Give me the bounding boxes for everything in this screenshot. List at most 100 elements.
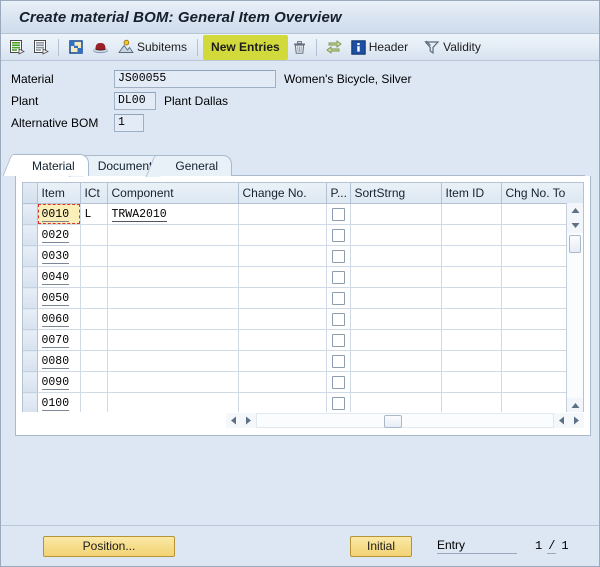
- checkbox-icon[interactable]: [331, 229, 345, 243]
- cell-component[interactable]: [107, 245, 239, 267]
- validity-button[interactable]: Validity: [419, 35, 486, 60]
- cell-item[interactable]: 0070: [37, 329, 81, 351]
- row-selector[interactable]: [23, 329, 38, 351]
- cell-item[interactable]: 0010: [37, 203, 81, 225]
- cell-item-id[interactable]: [441, 329, 502, 351]
- cell-item-id[interactable]: [441, 245, 502, 267]
- cell-item[interactable]: 0050: [37, 287, 81, 309]
- grid-vertical-scrollbar[interactable]: [566, 203, 583, 428]
- column-header-p[interactable]: P...: [326, 183, 351, 204]
- table-row[interactable]: 0010 L TRWA2010: [23, 203, 583, 225]
- cell-sortstrng[interactable]: [350, 203, 442, 225]
- row-selector[interactable]: [23, 287, 38, 309]
- cell-p-checkbox[interactable]: [326, 287, 351, 309]
- cell-item-id[interactable]: [441, 308, 502, 330]
- horizontal-scroll-track[interactable]: [256, 413, 554, 428]
- checkbox-icon[interactable]: [331, 208, 345, 222]
- position-button[interactable]: Position...: [43, 535, 175, 557]
- column-header-change-no[interactable]: Change No.: [238, 183, 327, 204]
- cell-change-no[interactable]: [238, 371, 327, 393]
- cell-change-no[interactable]: [238, 203, 327, 225]
- cell-sortstrng[interactable]: [350, 266, 442, 288]
- table-row[interactable]: 0080: [23, 350, 583, 372]
- scroll-left-button[interactable]: [226, 413, 241, 428]
- cell-change-no[interactable]: [238, 308, 327, 330]
- checkbox-icon[interactable]: [331, 376, 345, 390]
- cell-ict[interactable]: [80, 287, 108, 309]
- cell-ict[interactable]: [80, 308, 108, 330]
- row-selector[interactable]: [23, 392, 38, 414]
- alternative-bom-input[interactable]: 1: [114, 113, 144, 132]
- row-selector[interactable]: [23, 371, 38, 393]
- check-entries-icon[interactable]: [5, 35, 29, 60]
- reassign-icon[interactable]: [322, 35, 346, 60]
- grid-horizontal-scrollbar[interactable]: [22, 412, 584, 429]
- table-row[interactable]: 0030: [23, 245, 583, 267]
- cell-change-no[interactable]: [238, 287, 327, 309]
- cell-sortstrng[interactable]: [350, 224, 442, 246]
- cell-component[interactable]: [107, 350, 239, 372]
- cell-ict[interactable]: [80, 224, 108, 246]
- cell-sortstrng[interactable]: [350, 308, 442, 330]
- cell-item-id[interactable]: [441, 350, 502, 372]
- table-row[interactable]: 0020: [23, 224, 583, 246]
- print-preview-icon[interactable]: [88, 35, 113, 60]
- cell-change-no[interactable]: [238, 392, 327, 414]
- cell-sortstrng[interactable]: [350, 350, 442, 372]
- column-header-item[interactable]: Item: [37, 183, 81, 204]
- checkbox-icon[interactable]: [331, 271, 345, 285]
- checkbox-icon[interactable]: [331, 355, 345, 369]
- cell-p-checkbox[interactable]: [326, 203, 351, 225]
- cell-p-checkbox[interactable]: [326, 392, 351, 414]
- cell-ict[interactable]: [80, 371, 108, 393]
- cell-p-checkbox[interactable]: [326, 266, 351, 288]
- checkbox-icon[interactable]: [331, 292, 345, 306]
- cell-item-id[interactable]: [441, 392, 502, 414]
- cell-component[interactable]: [107, 392, 239, 414]
- cell-ict[interactable]: L: [80, 203, 108, 225]
- cell-component[interactable]: [107, 224, 239, 246]
- header-button[interactable]: Header: [346, 35, 413, 60]
- table-row[interactable]: 0100: [23, 392, 583, 414]
- cell-change-no[interactable]: [238, 350, 327, 372]
- cell-sortstrng[interactable]: [350, 287, 442, 309]
- cell-change-no[interactable]: [238, 245, 327, 267]
- cell-p-checkbox[interactable]: [326, 245, 351, 267]
- column-header-component[interactable]: Component: [107, 183, 239, 204]
- cell-item[interactable]: 0100: [37, 392, 81, 414]
- item-detail-icon[interactable]: [64, 35, 88, 60]
- cell-change-no[interactable]: [238, 329, 327, 351]
- table-row[interactable]: 0090: [23, 371, 583, 393]
- table-row[interactable]: 0060: [23, 308, 583, 330]
- cell-change-no[interactable]: [238, 224, 327, 246]
- column-header-sortstrng[interactable]: SortStrng: [350, 183, 442, 204]
- cell-ict[interactable]: [80, 350, 108, 372]
- cell-p-checkbox[interactable]: [326, 350, 351, 372]
- tab-general[interactable]: General: [158, 155, 233, 176]
- subitems-button[interactable]: Subitems: [113, 35, 192, 60]
- checkbox-icon[interactable]: [331, 313, 345, 327]
- initial-button[interactable]: Initial: [350, 535, 412, 557]
- cell-change-no[interactable]: [238, 266, 327, 288]
- cell-ict[interactable]: [80, 245, 108, 267]
- checkbox-icon[interactable]: [331, 334, 345, 348]
- other-view-icon[interactable]: [29, 35, 53, 60]
- row-selector[interactable]: [23, 308, 38, 330]
- cell-item-id[interactable]: [441, 266, 502, 288]
- cell-ict[interactable]: [80, 392, 108, 414]
- column-header-chg-no-to[interactable]: Chg No. To: [501, 183, 583, 204]
- cell-p-checkbox[interactable]: [326, 329, 351, 351]
- row-selector[interactable]: [23, 245, 38, 267]
- cell-component[interactable]: [107, 266, 239, 288]
- material-input[interactable]: JS00055: [114, 69, 276, 88]
- cell-item-id[interactable]: [441, 203, 502, 225]
- tab-material[interactable]: Material: [15, 154, 89, 176]
- new-entries-button[interactable]: New Entries: [203, 34, 288, 60]
- cell-component[interactable]: [107, 371, 239, 393]
- row-selector[interactable]: [23, 350, 38, 372]
- checkbox-icon[interactable]: [331, 397, 345, 411]
- scroll-page-up-button[interactable]: [567, 218, 583, 233]
- cell-item[interactable]: 0090: [37, 371, 81, 393]
- table-row[interactable]: 0050: [23, 287, 583, 309]
- cell-p-checkbox[interactable]: [326, 224, 351, 246]
